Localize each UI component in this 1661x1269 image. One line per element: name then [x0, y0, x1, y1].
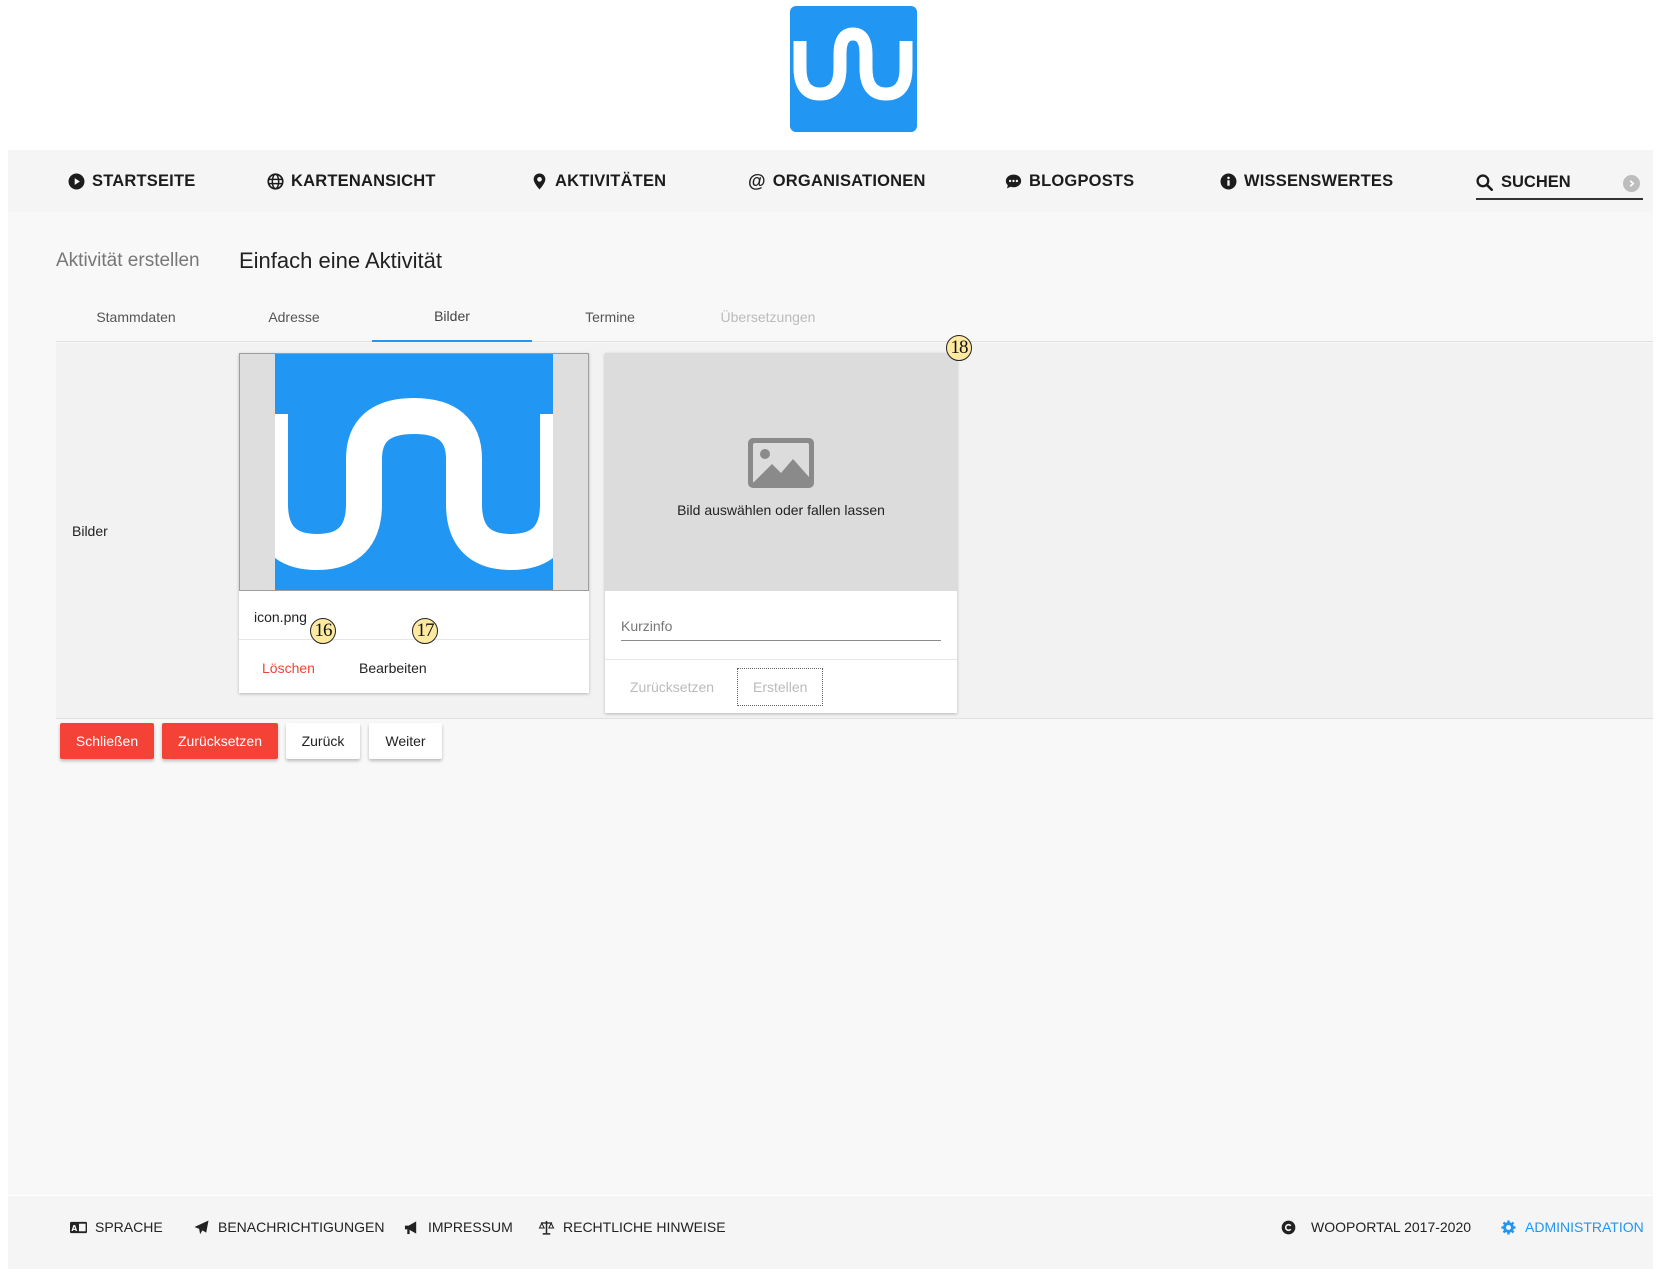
- image-drop-zone[interactable]: Bild auswählen oder fallen lassen: [605, 353, 957, 591]
- footer-link-label: RECHTLICHE HINWEISE: [563, 1219, 726, 1235]
- nav-item-label: WISSENSWERTES: [1244, 171, 1394, 190]
- info-circle-icon: [1220, 173, 1237, 189]
- footer-imprint-link[interactable]: IMPRESSUM: [403, 1196, 513, 1258]
- image-preview: [239, 353, 589, 591]
- tab-termine[interactable]: Termine: [530, 292, 690, 342]
- nav-item-startseite[interactable]: STARTSEITE: [68, 150, 195, 212]
- page-title: Einfach eine Aktivität: [239, 248, 443, 273]
- tab-uebersetzungen: Übersetzungen: [720, 309, 816, 325]
- footer-copyright: WOOPORTAL 2017-2020: [1280, 1196, 1471, 1258]
- delete-image-button[interactable]: Löschen: [254, 653, 323, 683]
- drop-zone-text: Bild auswählen oder fallen lassen: [677, 502, 885, 518]
- wave-logo-icon: [275, 384, 553, 571]
- tab-bilder[interactable]: Bilder: [372, 292, 532, 342]
- search-input[interactable]: [1501, 172, 1611, 192]
- footer-link-label: ADMINISTRATION: [1525, 1219, 1644, 1235]
- file-name: icon.png: [254, 609, 307, 625]
- nav-item-wissenswertes[interactable]: WISSENSWERTES: [1220, 150, 1393, 212]
- gear-icon: [1501, 1219, 1516, 1235]
- at-icon: @: [748, 170, 766, 191]
- footer-language-link[interactable]: A SPRACHE: [70, 1196, 163, 1258]
- header: [0, 0, 1661, 148]
- nav-item-label: KARTENANSICHT: [291, 171, 436, 190]
- play-circle-icon: [68, 173, 85, 189]
- upload-create-button[interactable]: Erstellen: [737, 668, 824, 706]
- footer-admin-link[interactable]: ADMINISTRATION: [1500, 1196, 1644, 1258]
- nav-item-blogposts[interactable]: BLOGPOSTS: [1005, 150, 1134, 212]
- tab-bar: Stammdaten Adresse Bilder Termine Überse…: [56, 292, 1653, 342]
- nav-item-label: ORGANISATIONEN: [772, 171, 926, 190]
- tab-stammdaten[interactable]: Stammdaten: [56, 292, 216, 342]
- annotation-badge: 16: [310, 618, 336, 644]
- nav-item-kartenansicht[interactable]: KARTENANSICHT: [267, 150, 436, 212]
- search-icon: [1476, 173, 1493, 191]
- nav-item-label: BLOGPOSTS: [1029, 171, 1135, 190]
- row-label: Bilder: [72, 523, 108, 539]
- annotation-badge: 18: [946, 335, 972, 361]
- breadcrumb: Aktivität erstellen: [56, 250, 200, 271]
- reset-button[interactable]: Zurücksetzen: [162, 723, 278, 759]
- main-content: Aktivität erstellen Einfach eine Aktivit…: [8, 212, 1653, 1195]
- search-submit-icon[interactable]: [1623, 175, 1640, 192]
- footer: A SPRACHE BENACHRICHTIGUNGEN IMPRESSUM R…: [8, 1196, 1653, 1269]
- close-button[interactable]: Schließen: [60, 723, 154, 759]
- upload-card: Bild auswählen oder fallen lassen Zurück…: [605, 353, 957, 713]
- footer-link-label: BENACHRICHTIGUNGEN: [218, 1219, 385, 1235]
- map-marker-icon: [533, 173, 546, 189]
- copyright-icon: [1281, 1220, 1296, 1234]
- wooportal-logo[interactable]: [790, 6, 917, 132]
- wave-logo-icon: [793, 19, 913, 101]
- nav-item-organisationen[interactable]: @ ORGANISATIONEN: [748, 150, 926, 212]
- next-button[interactable]: Weiter: [369, 723, 442, 759]
- nav-item-label: STARTSEITE: [92, 171, 196, 190]
- megaphone-icon: [404, 1220, 417, 1234]
- footer-legal-link[interactable]: RECHTLICHE HINWEISE: [538, 1196, 726, 1258]
- nav-item-aktivitaeten[interactable]: AKTIVITÄTEN: [531, 150, 666, 212]
- divider: [605, 659, 957, 660]
- main-navigation: STARTSEITE KARTENANSICHT AKTIVITÄTEN @ O…: [8, 150, 1653, 212]
- copyright-text: WOOPORTAL 2017-2020: [1311, 1219, 1472, 1235]
- footer-link-label: SPRACHE: [95, 1219, 163, 1235]
- caption-input[interactable]: [621, 611, 941, 641]
- back-button[interactable]: Zurück: [286, 723, 360, 759]
- tab-adresse[interactable]: Adresse: [214, 292, 374, 342]
- globe-icon: [267, 172, 284, 190]
- paper-plane-icon: [194, 1219, 209, 1234]
- nav-item-label: AKTIVITÄTEN: [555, 171, 667, 190]
- images-form-row: Bilder icon.png Löschen Bearbeiten Bild …: [56, 335, 1653, 719]
- upload-reset-button[interactable]: Zurücksetzen: [615, 668, 729, 706]
- balance-scale-icon: [538, 1220, 555, 1235]
- image-card: icon.png Löschen Bearbeiten: [239, 353, 589, 693]
- footer-notifications-link[interactable]: BENACHRICHTIGUNGEN: [193, 1196, 384, 1258]
- footer-link-label: IMPRESSUM: [428, 1219, 513, 1235]
- comment-dots-icon: [1005, 174, 1022, 188]
- edit-image-button[interactable]: Bearbeiten: [351, 653, 435, 683]
- annotation-badge: 17: [412, 618, 438, 644]
- search-bar: [1476, 166, 1643, 200]
- image-thumbnail: [275, 354, 553, 590]
- language-icon: A: [70, 1221, 87, 1233]
- image-placeholder-icon: [748, 438, 814, 488]
- svg-text:A: A: [71, 1223, 77, 1232]
